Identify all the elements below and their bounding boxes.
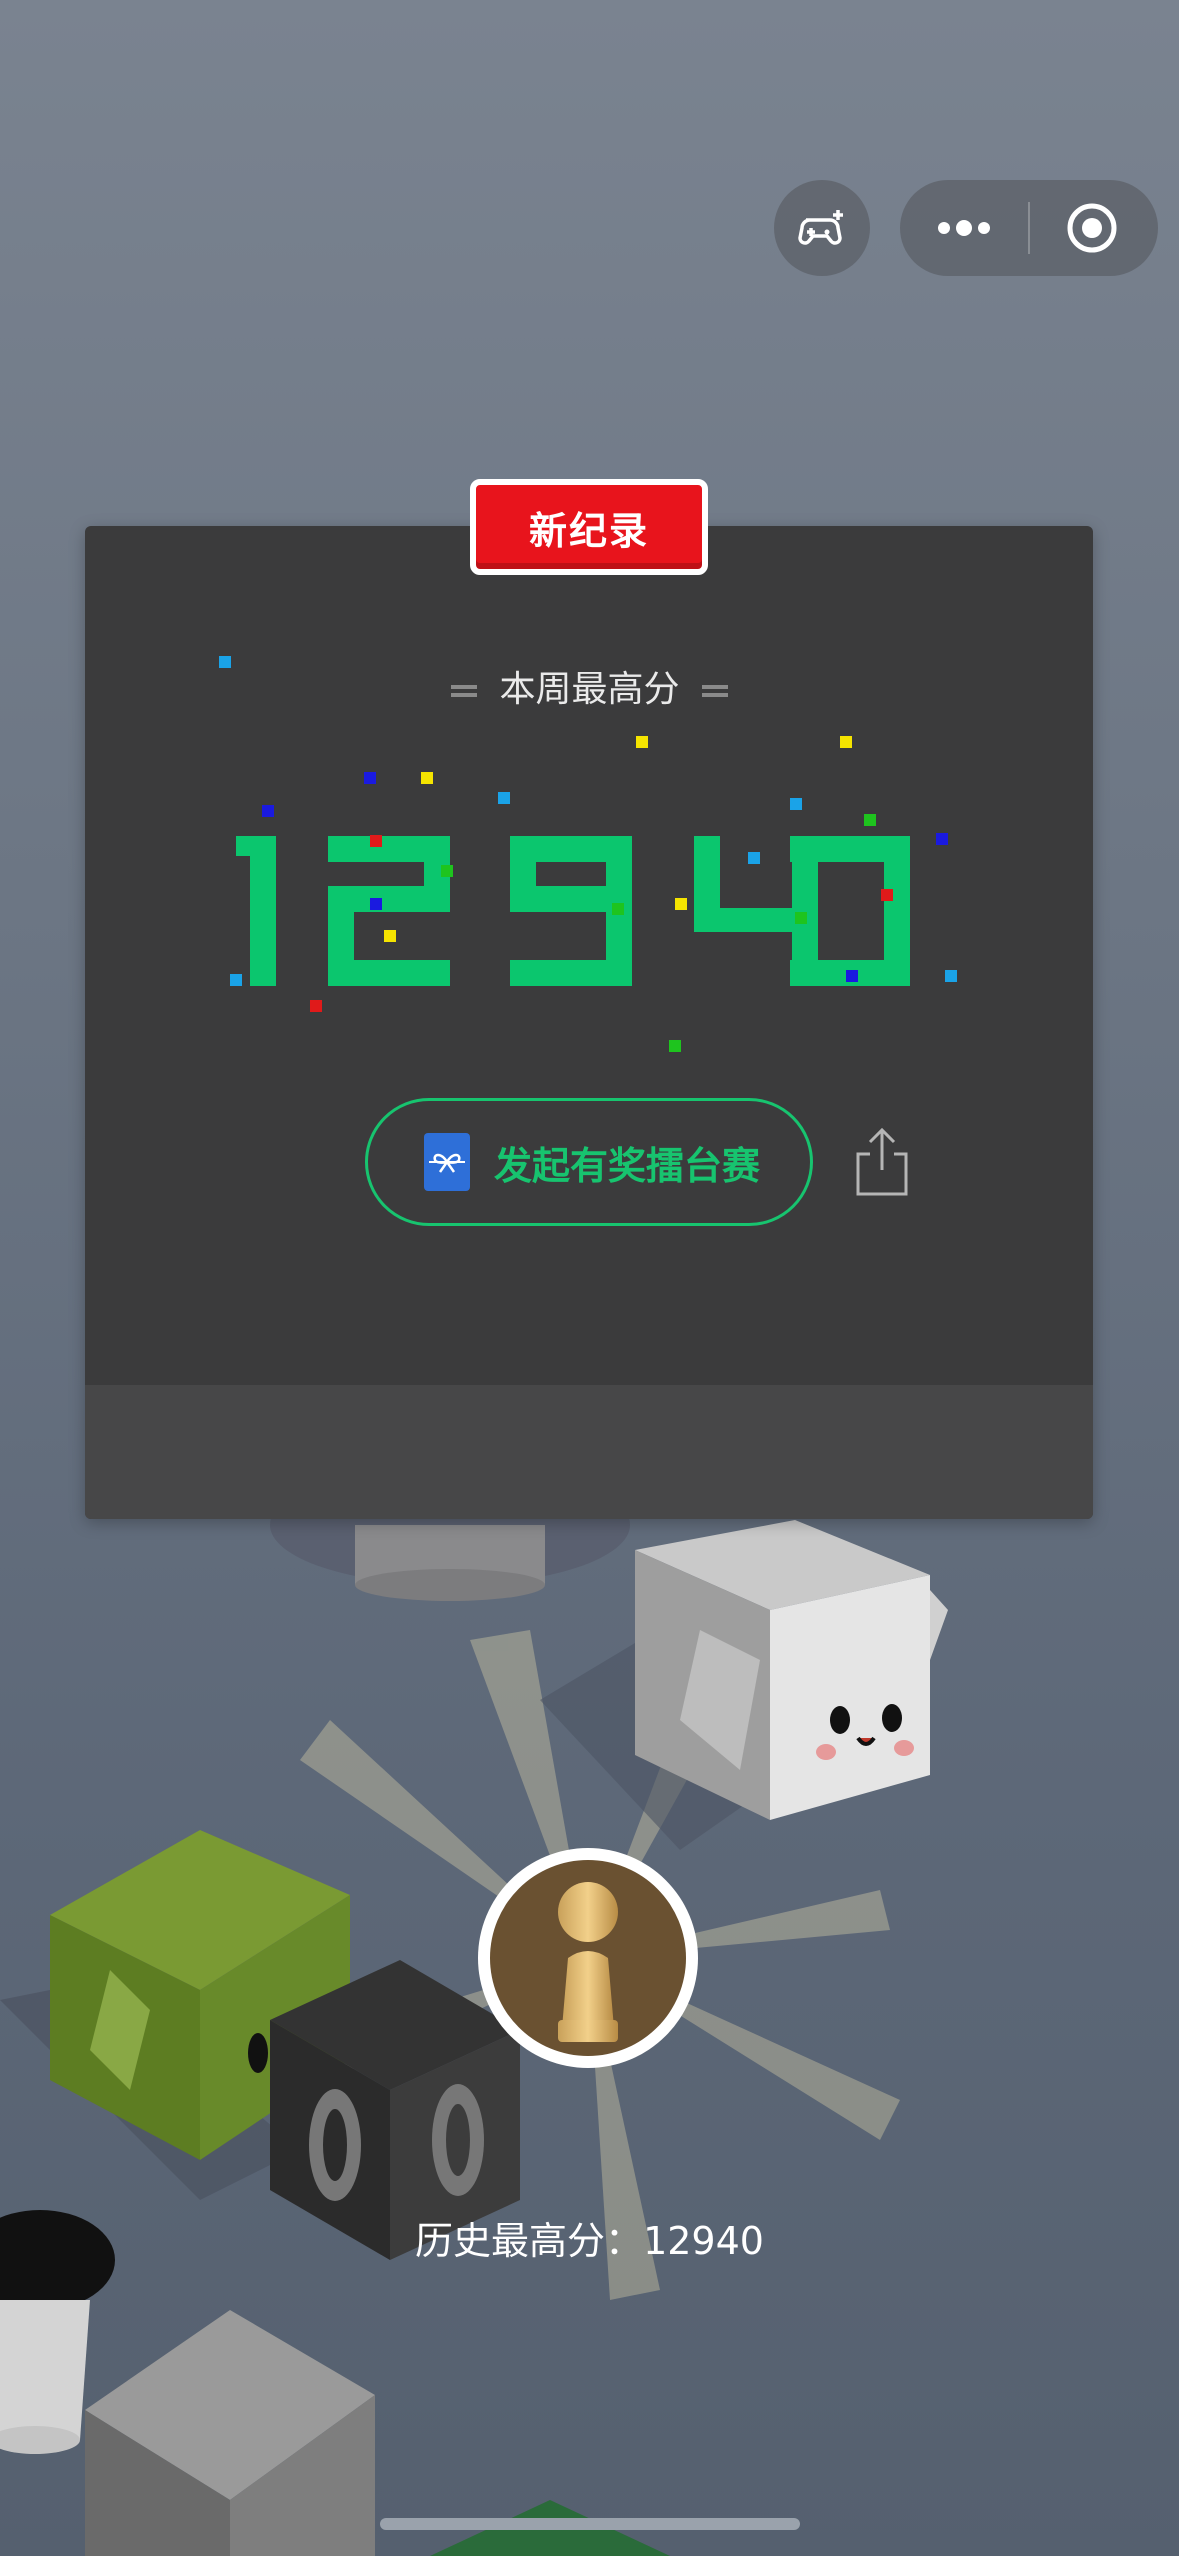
confetti-piece — [864, 814, 876, 826]
confetti-piece — [370, 898, 382, 910]
weekly-title-text: 本周最高分 — [499, 669, 680, 710]
confetti-piece — [945, 970, 957, 982]
confetti-piece — [881, 889, 893, 901]
target-close-icon[interactable] — [1066, 202, 1118, 254]
confetti-piece — [612, 903, 624, 915]
confetti-piece — [262, 805, 274, 817]
gift-icon — [424, 1133, 470, 1191]
home-indicator[interactable] — [380, 2518, 800, 2530]
confetti-piece — [364, 772, 376, 784]
title-right-ornament — [701, 685, 728, 697]
capsule-divider — [1028, 202, 1030, 254]
share-icon[interactable] — [852, 1126, 912, 1198]
confetti-piece — [790, 798, 802, 810]
weekly-high-score-title: 本周最高分 — [0, 660, 1179, 712]
player-avatar[interactable] — [478, 1848, 698, 2068]
confetti-piece — [669, 1040, 681, 1052]
start-prize-challenge-button[interactable]: 发起有奖擂台赛 — [365, 1098, 813, 1226]
confetti-piece — [370, 835, 382, 847]
confetti-piece — [498, 792, 510, 804]
history-high-score: 历史最高分：12940 — [0, 2210, 1179, 2265]
challenge-label: 发起有奖擂台赛 — [494, 1143, 761, 1188]
gamepad-plus-icon — [798, 210, 843, 245]
confetti-piece — [636, 736, 648, 748]
capsule-menu — [900, 180, 1158, 276]
confetti-piece — [846, 970, 858, 982]
confetti-piece — [310, 1000, 322, 1012]
confetti-piece — [840, 736, 852, 748]
confetti-piece — [936, 833, 948, 845]
game-center-button[interactable] — [774, 180, 870, 276]
card-footer-band — [85, 1385, 1093, 1519]
history-value: 12940 — [643, 2219, 764, 2263]
confetti-piece — [675, 898, 687, 910]
confetti-piece — [384, 930, 396, 942]
confetti-piece — [230, 974, 242, 986]
weekly-high-score: 12940 — [236, 836, 910, 986]
confetti-piece — [795, 912, 807, 924]
confetti-piece — [441, 865, 453, 877]
confetti-piece — [748, 852, 760, 864]
confetti-piece — [421, 772, 433, 784]
confetti-piece — [219, 656, 231, 668]
more-dots-icon[interactable] — [934, 212, 994, 244]
new-record-badge: 新纪录 — [470, 479, 708, 575]
title-left-ornament — [451, 685, 478, 697]
history-label: 历史最高分： — [415, 2219, 644, 2263]
pawn-avatar-icon — [558, 1882, 618, 2042]
